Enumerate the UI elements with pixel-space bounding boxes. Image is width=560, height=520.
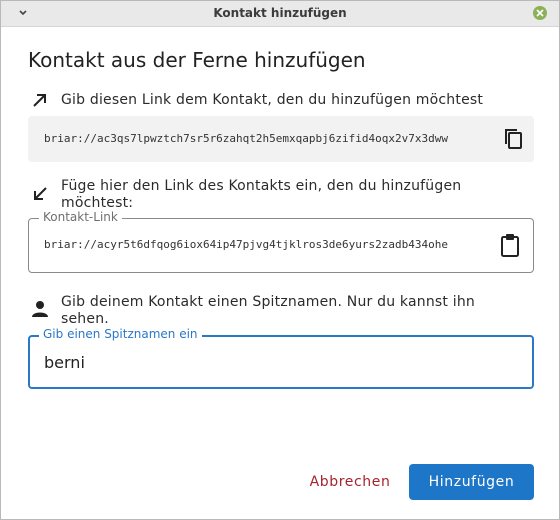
contact-link-value[interactable]: briar://acyr5t6dfqog6iox64ip47pjvg4tjklr…: [44, 238, 454, 251]
nickname-label: Gib einen Spitznamen ein: [39, 327, 202, 341]
nickname-input[interactable]: berni: [44, 353, 85, 372]
window-title: Kontakt hinzufügen: [213, 6, 347, 20]
dialog-window: Kontakt hinzufügen Kontakt aus der Ferne…: [0, 0, 560, 520]
person-icon: [30, 299, 50, 319]
copy-icon[interactable]: [502, 127, 526, 151]
add-button[interactable]: Hinzufügen: [409, 464, 534, 500]
arrow-up-right-icon: [30, 90, 50, 110]
page-title: Kontakt aus der Ferne hinzufügen: [28, 48, 366, 72]
nickname-field[interactable]: Gib einen Spitznamen ein berni: [28, 327, 534, 389]
contact-link-instruction: Füge hier den Link des Kontakts ein, den…: [61, 178, 462, 211]
contact-link-field[interactable]: Kontakt-Link briar://acyr5t6dfqog6iox64i…: [28, 210, 534, 273]
my-link-instruction: Gib diesen Link dem Kontakt, den du hinz…: [61, 92, 484, 108]
my-link-box: briar://ac3qs7lpwztch7sr5r6zahqt2h5emxqa…: [28, 116, 534, 162]
paste-clipboard-icon[interactable]: [498, 232, 522, 258]
arrow-down-left-icon: [30, 184, 50, 204]
my-link-text: briar://ac3qs7lpwztch7sr5r6zahqt2h5emxqa…: [44, 132, 448, 145]
nickname-instruction: Gib deinem Kontakt einen Spitznamen. Nur…: [61, 294, 475, 327]
window-close-icon[interactable]: [533, 6, 547, 20]
cancel-button[interactable]: Abbrechen: [299, 465, 401, 499]
contact-link-label: Kontakt-Link: [39, 210, 122, 224]
title-bar: Kontakt hinzufügen: [1, 1, 559, 27]
